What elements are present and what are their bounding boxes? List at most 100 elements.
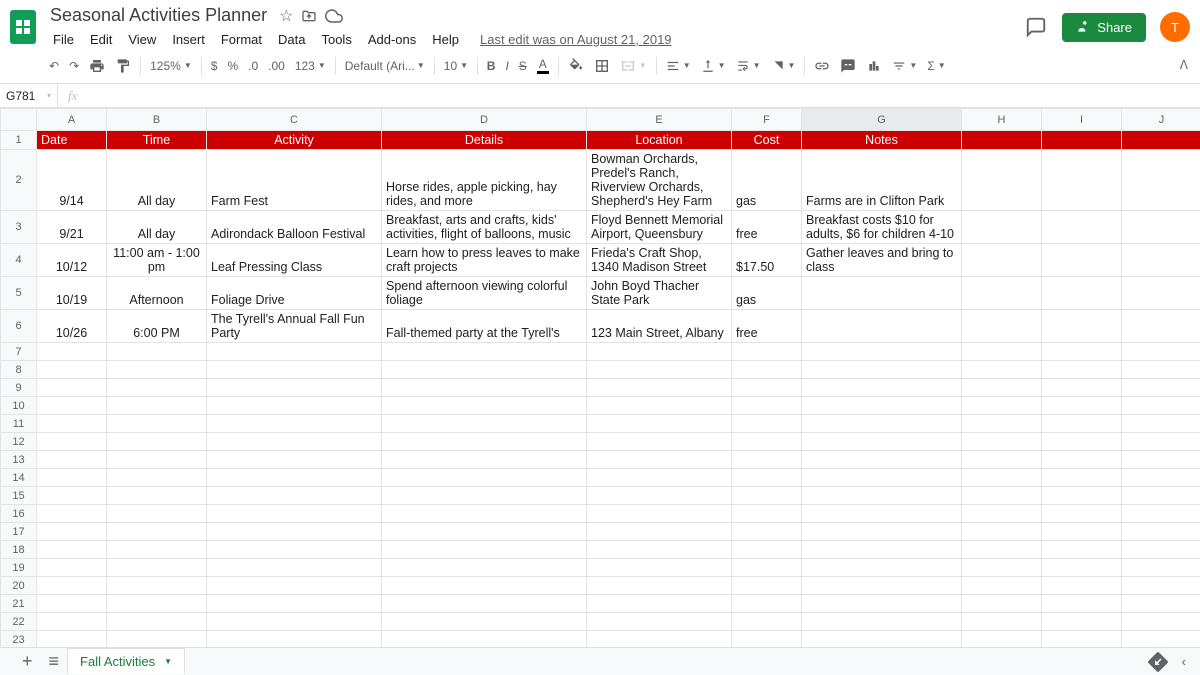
- cell[interactable]: [382, 541, 587, 559]
- cell[interactable]: [382, 343, 587, 361]
- cell[interactable]: [587, 505, 732, 523]
- cell[interactable]: [732, 361, 802, 379]
- cell[interactable]: gas: [732, 277, 802, 310]
- cell[interactable]: Notes: [802, 131, 962, 150]
- cell[interactable]: [1042, 577, 1122, 595]
- cell[interactable]: [207, 361, 382, 379]
- row-header[interactable]: 10: [1, 397, 37, 415]
- cell[interactable]: [962, 361, 1042, 379]
- menu-file[interactable]: File: [46, 29, 81, 50]
- col-header[interactable]: E: [587, 109, 732, 131]
- cell[interactable]: [37, 541, 107, 559]
- cell[interactable]: [587, 451, 732, 469]
- row-header[interactable]: 12: [1, 433, 37, 451]
- cell[interactable]: [1122, 343, 1200, 361]
- cell[interactable]: [207, 613, 382, 631]
- cell[interactable]: [37, 343, 107, 361]
- cell[interactable]: Date: [37, 131, 107, 150]
- cell[interactable]: [587, 487, 732, 505]
- row-header[interactable]: 7: [1, 343, 37, 361]
- menu-insert[interactable]: Insert: [165, 29, 212, 50]
- cell[interactable]: [207, 595, 382, 613]
- cell[interactable]: [1042, 343, 1122, 361]
- row-header[interactable]: 19: [1, 559, 37, 577]
- cell[interactable]: [1042, 277, 1122, 310]
- cell[interactable]: [1122, 469, 1200, 487]
- cell[interactable]: [207, 541, 382, 559]
- cell[interactable]: 10/26: [37, 310, 107, 343]
- cell[interactable]: [962, 310, 1042, 343]
- explore-icon[interactable]: [1148, 652, 1168, 672]
- cell[interactable]: [732, 523, 802, 541]
- cell[interactable]: [107, 523, 207, 541]
- col-header[interactable]: I: [1042, 109, 1122, 131]
- cell[interactable]: [107, 541, 207, 559]
- sheets-logo[interactable]: [10, 10, 36, 44]
- cell[interactable]: [37, 559, 107, 577]
- cell[interactable]: [107, 469, 207, 487]
- cell[interactable]: [382, 451, 587, 469]
- cell[interactable]: [802, 487, 962, 505]
- row-header[interactable]: 8: [1, 361, 37, 379]
- cell[interactable]: [382, 505, 587, 523]
- cell[interactable]: Location: [587, 131, 732, 150]
- cell[interactable]: 6:00 PM: [107, 310, 207, 343]
- cell[interactable]: [207, 469, 382, 487]
- cell[interactable]: [1122, 487, 1200, 505]
- doc-title[interactable]: Seasonal Activities Planner: [46, 4, 271, 27]
- cell[interactable]: [107, 487, 207, 505]
- text-color-icon[interactable]: A: [532, 54, 554, 78]
- cell[interactable]: [732, 613, 802, 631]
- cell[interactable]: [587, 577, 732, 595]
- cell[interactable]: [587, 397, 732, 415]
- cell[interactable]: [1122, 277, 1200, 310]
- rotate-icon[interactable]: ▼: [766, 54, 801, 78]
- cell[interactable]: [207, 523, 382, 541]
- row-header[interactable]: 13: [1, 451, 37, 469]
- cell[interactable]: [207, 631, 382, 648]
- cell[interactable]: [107, 397, 207, 415]
- col-header[interactable]: B: [107, 109, 207, 131]
- cell[interactable]: [382, 469, 587, 487]
- bold-icon[interactable]: B: [482, 54, 501, 78]
- row-header[interactable]: 23: [1, 631, 37, 648]
- cell[interactable]: [1122, 211, 1200, 244]
- cell[interactable]: [587, 343, 732, 361]
- col-header[interactable]: J: [1122, 109, 1200, 131]
- cell[interactable]: [1122, 541, 1200, 559]
- merge-icon[interactable]: ▼: [615, 54, 652, 78]
- cell[interactable]: [37, 451, 107, 469]
- cell[interactable]: [37, 433, 107, 451]
- cell[interactable]: [587, 433, 732, 451]
- cell[interactable]: [107, 613, 207, 631]
- cell[interactable]: [1042, 451, 1122, 469]
- cell[interactable]: Cost: [732, 131, 802, 150]
- cell[interactable]: [1122, 577, 1200, 595]
- cell[interactable]: [1042, 523, 1122, 541]
- col-header[interactable]: D: [382, 109, 587, 131]
- cell[interactable]: [802, 343, 962, 361]
- cell[interactable]: Gather leaves and bring to class: [802, 244, 962, 277]
- cell[interactable]: [802, 433, 962, 451]
- name-box[interactable]: G781▾: [0, 84, 58, 107]
- cell[interactable]: [1122, 150, 1200, 211]
- cell[interactable]: [382, 631, 587, 648]
- cell[interactable]: Horse rides, apple picking, hay rides, a…: [382, 150, 587, 211]
- cell[interactable]: [1122, 379, 1200, 397]
- cell[interactable]: [962, 505, 1042, 523]
- cell[interactable]: [802, 397, 962, 415]
- cell[interactable]: [37, 361, 107, 379]
- cell[interactable]: [587, 415, 732, 433]
- cell[interactable]: [207, 577, 382, 595]
- cell[interactable]: Breakfast costs $10 for adults, $6 for c…: [802, 211, 962, 244]
- cell[interactable]: [1122, 131, 1200, 150]
- cell[interactable]: [1042, 244, 1122, 277]
- share-button[interactable]: Share: [1062, 13, 1146, 42]
- row-header[interactable]: 18: [1, 541, 37, 559]
- menu-format[interactable]: Format: [214, 29, 269, 50]
- cell[interactable]: Details: [382, 131, 587, 150]
- cell[interactable]: [37, 631, 107, 648]
- menu-addons[interactable]: Add-ons: [361, 29, 423, 50]
- menu-help[interactable]: Help: [425, 29, 466, 50]
- cell[interactable]: [732, 505, 802, 523]
